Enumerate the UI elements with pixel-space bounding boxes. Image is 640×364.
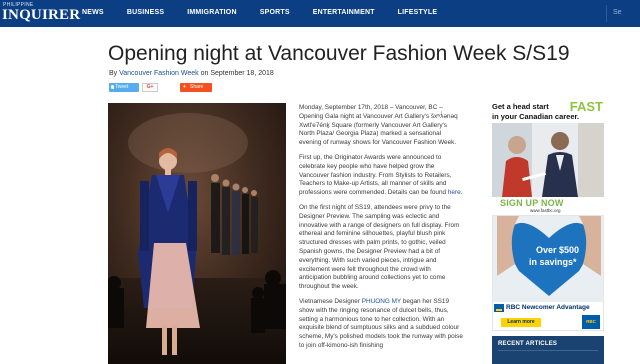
fast-logo: FAST — [569, 102, 603, 114]
recent-articles-title: RECENT ARTICLES — [498, 341, 558, 347]
runway-photo-illustration — [108, 103, 286, 364]
recent-divider — [498, 350, 598, 351]
recent-articles-panel: RECENT ARTICLES — [492, 336, 604, 364]
tweet-button[interactable]: Tweet — [109, 83, 139, 92]
byline-prefix: By — [109, 70, 118, 77]
publish-date: September 18, 2018 — [210, 70, 274, 77]
learn-more-button[interactable]: Learn more — [501, 318, 541, 327]
paragraph-4-lead: Vietnamese Designer — [299, 297, 360, 305]
ad2-savings: in savings* — [529, 257, 577, 267]
search-input[interactable]: Se — [606, 5, 640, 22]
nav-item-entertainment[interactable]: ENTERTAINMENT — [313, 9, 375, 16]
office-scene-illustration — [492, 123, 604, 197]
top-nav-bar: PHILIPPINE INQUIRER NEWS BUSINESS IMMIGR… — [0, 0, 640, 27]
paragraph-2-text: First up, the Originator Awards were ann… — [299, 153, 452, 197]
rbc-badge: RBC — [582, 315, 600, 329]
rbc-newcomer-ad[interactable]: Over $500 in savings* RBC Newcomer Advan… — [492, 215, 604, 331]
twitter-bird-icon — [111, 85, 114, 89]
ad2-title: RBC Newcomer Advantage — [506, 304, 590, 311]
search-placeholder: Se — [613, 9, 622, 16]
share-label: Share — [190, 84, 204, 90]
signup-now-button[interactable]: SIGN UP NOW — [500, 198, 564, 208]
article-paragraph-2: First up, the Originator Awards were ann… — [299, 153, 463, 197]
article-paragraph-1: Monday, September 17th, 2018 – Vancouver… — [299, 104, 458, 147]
designer-link[interactable]: PHUONG MY — [362, 298, 401, 305]
site-logo[interactable]: PHILIPPINE INQUIRER — [2, 2, 80, 24]
ad2-over: Over $500 — [536, 245, 580, 255]
ad1-photo — [492, 123, 604, 197]
article-paragraph-4: Vietnamese Designer PHUONG MY began her … — [299, 298, 464, 351]
tweet-label: Tweet — [115, 84, 129, 90]
logo-text: INQUIRER — [2, 7, 81, 23]
ad1-headline-2: in your Canadian career. — [492, 112, 580, 121]
ad1-headline-1: Get a head start — [492, 102, 549, 111]
rbc-logo-icon — [494, 304, 504, 312]
article-paragraph-3: On the first night of SS19, attendees we… — [299, 203, 460, 291]
article-byline: By Vancouver Fashion Week on September 1… — [109, 70, 274, 77]
fast-career-ad[interactable]: Get a head start in your Canadian career… — [492, 102, 604, 213]
share-button[interactable]: + Share — [180, 83, 212, 92]
paragraph-4-text: began her SS19 show with the ringing res… — [299, 297, 463, 349]
nav-menu: NEWS BUSINESS IMMIGRATION SPORTS ENTERTA… — [82, 9, 460, 16]
nav-item-sports[interactable]: SPORTS — [260, 9, 290, 16]
here-link[interactable]: here — [448, 189, 461, 196]
nav-item-business[interactable]: BUSINESS — [127, 9, 164, 16]
nav-item-immigration[interactable]: IMMIGRATION — [187, 9, 237, 16]
google-plus-button[interactable]: G+ — [142, 83, 158, 92]
nav-item-news[interactable]: NEWS — [82, 9, 104, 16]
ad1-url: www.fastbc.org — [530, 208, 561, 213]
article-photo-runway — [108, 103, 286, 364]
date-prefix: on — [200, 70, 209, 77]
share-plus-icon: + — [183, 84, 186, 90]
nav-item-lifestyle[interactable]: LIFESTYLE — [398, 9, 438, 16]
article-title: Opening night at Vancouver Fashion Week … — [108, 42, 570, 65]
article-body: Monday, September 17th, 2018 – Vancouver… — [299, 104, 464, 357]
author-link[interactable]: Vancouver Fashion Week — [119, 70, 199, 77]
